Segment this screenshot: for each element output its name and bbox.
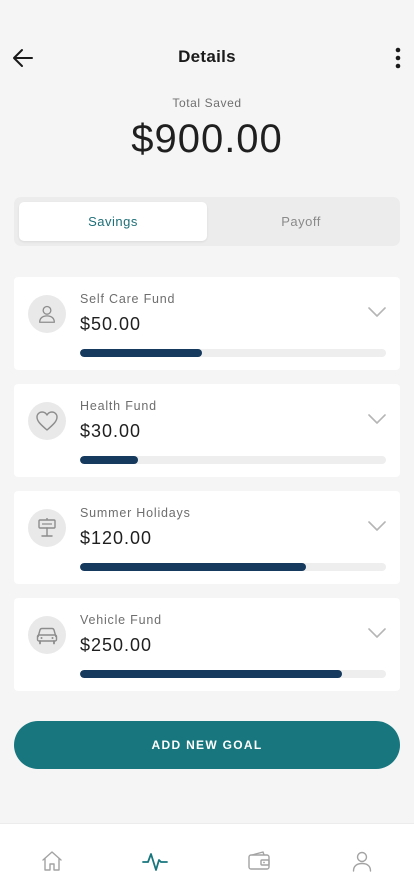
chevron-down-icon: [368, 414, 386, 424]
nav-profile[interactable]: [311, 824, 414, 896]
goal-progress-track: [80, 349, 386, 357]
expand-button[interactable]: [366, 411, 388, 427]
goal-amount: $30.00: [80, 421, 142, 441]
goal-icon-wrap: [28, 295, 66, 333]
car-icon: [36, 627, 58, 645]
goal-progress-fill: [80, 456, 139, 464]
goal-progress-track: [80, 670, 386, 678]
goal-amount: $250.00: [80, 635, 153, 655]
expand-button[interactable]: [366, 625, 388, 641]
expand-button[interactable]: [366, 518, 388, 534]
chevron-down-icon: [368, 307, 386, 317]
goal-amount: $50.00: [80, 314, 142, 334]
goal-progress-fill: [80, 563, 307, 571]
goal-name: Summer Holidays: [80, 506, 191, 520]
goal-icon-wrap: [28, 509, 66, 547]
tab-payoff[interactable]: Payoff: [207, 202, 395, 241]
goal-icon-wrap: [28, 402, 66, 440]
nav-activity[interactable]: [104, 824, 208, 896]
heart-icon: [36, 411, 58, 431]
activity-icon: [142, 853, 169, 871]
goal-name: Vehicle Fund: [80, 613, 162, 627]
add-new-goal-button[interactable]: ADD NEW GOAL: [14, 721, 400, 769]
goal-amount: $120.00: [80, 528, 153, 548]
goal-progress-track: [80, 456, 386, 464]
goal-card[interactable]: Health Fund $30.00: [14, 384, 400, 477]
wallet-icon: [248, 851, 270, 870]
home-icon: [42, 851, 62, 871]
signpost-icon: [38, 518, 56, 537]
person-icon: [39, 305, 55, 323]
goal-progress-fill: [80, 670, 342, 678]
page-title: Details: [178, 47, 236, 66]
goal-progress-track: [80, 563, 386, 571]
tab-savings[interactable]: Savings: [19, 202, 207, 241]
goal-icon-wrap: [28, 616, 66, 654]
goal-name: Self Care Fund: [80, 292, 176, 306]
chevron-down-icon: [368, 521, 386, 531]
expand-button[interactable]: [366, 304, 388, 320]
bottom-nav: [0, 823, 414, 896]
kebab-vertical-icon: [395, 47, 401, 69]
goal-card[interactable]: Self Care Fund $50.00: [14, 277, 400, 370]
total-saved-label: Total Saved: [172, 96, 242, 110]
goal-name: Health Fund: [80, 399, 157, 413]
total-saved-value: $900.00: [131, 117, 283, 161]
goal-card[interactable]: Vehicle Fund $250.00: [14, 598, 400, 691]
profile-icon: [353, 851, 372, 872]
chevron-down-icon: [368, 628, 386, 638]
segmented-control: Savings Payoff: [14, 197, 400, 246]
goal-card[interactable]: Summer Holidays $120.00: [14, 491, 400, 584]
nav-home[interactable]: [0, 824, 104, 896]
nav-wallet[interactable]: [207, 824, 311, 896]
goal-progress-fill: [80, 349, 203, 357]
more-options-button[interactable]: [390, 44, 406, 72]
